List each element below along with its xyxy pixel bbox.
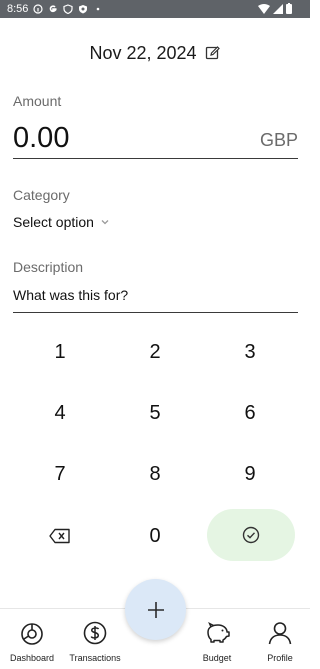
google-icon [50,5,58,13]
date-text: Nov 22, 2024 [89,42,197,63]
description-label: Description [13,259,84,275]
amount-label: Amount [13,93,62,109]
battery-icon [286,3,292,14]
nav-dashboard[interactable]: Dashboard [1,619,63,663]
nav-budget-label: Budget [202,653,232,663]
category-label: Category [13,187,70,203]
nav-dashboard-label: Dashboard [9,653,55,663]
key-8[interactable]: 8 [110,447,200,501]
chevron-down-icon [101,220,109,225]
plus-icon [147,601,164,618]
nav-profile[interactable]: Profile [249,619,311,663]
description-underline [13,312,298,313]
edit-icon[interactable] [205,45,221,61]
key-9[interactable]: 9 [205,447,295,501]
nav-profile-label: Profile [267,653,293,663]
status-bar: 8:56 [0,0,310,18]
key-7[interactable]: 7 [15,447,105,501]
backspace-key[interactable] [15,509,105,563]
wifi-icon [258,3,270,14]
amount-underline [13,158,298,159]
currency-label[interactable]: GBP [260,130,298,151]
key-2[interactable]: 2 [110,325,200,379]
add-transaction-button[interactable] [125,579,186,640]
key-0[interactable]: 0 [110,509,200,563]
vpn-icon [63,4,74,14]
piggy-bank-icon [207,622,230,643]
category-selected: Select option [13,214,94,230]
key-1[interactable]: 1 [15,325,105,379]
key-3[interactable]: 3 [205,325,295,379]
backspace-icon [49,528,70,544]
nav-transactions[interactable]: Transactions [64,619,126,663]
key-4[interactable]: 4 [15,386,105,440]
key-6[interactable]: 6 [205,386,295,440]
description-input[interactable]: What was this for? [13,287,128,303]
amount-value[interactable]: 0.00 [13,122,69,155]
confirm-button[interactable] [207,509,295,561]
date-selector[interactable]: Nov 22, 2024 [0,40,310,66]
category-select[interactable]: Select option [13,214,110,230]
person-icon [268,622,292,645]
signal-icon [273,3,283,14]
status-time: 8:56 [7,3,29,15]
dollar-circle-icon [83,621,107,645]
info-icon [33,4,44,14]
dot-icon [97,7,100,11]
key-5[interactable]: 5 [110,386,200,440]
nav-transactions-label: Transactions [69,653,121,663]
nav-budget[interactable]: Budget [186,619,248,663]
dashboard-chart-icon [21,623,43,645]
check-circle-icon [242,526,260,544]
shield-icon [79,5,88,14]
